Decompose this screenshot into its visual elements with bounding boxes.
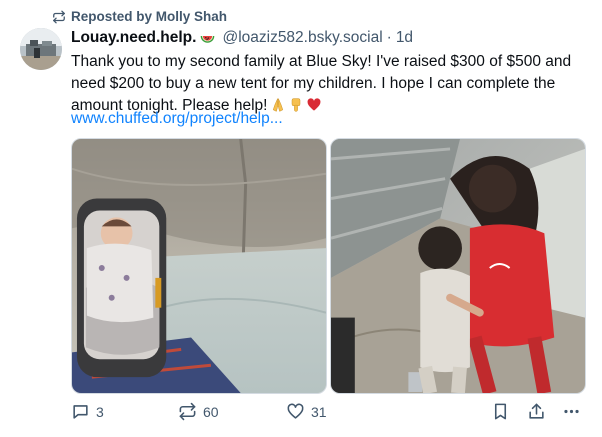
repost-count: 60: [203, 403, 219, 420]
repost-icon: [53, 10, 65, 23]
reply-count: 3: [96, 403, 104, 420]
image-gallery: [71, 138, 586, 394]
separator-dot: ·: [386, 29, 392, 46]
like-button[interactable]: 31: [286, 402, 327, 421]
children-in-tent-photo[interactable]: [330, 138, 586, 394]
author-handle[interactable]: @loaziz582.bsky.social: [222, 29, 382, 47]
avatar[interactable]: [20, 28, 62, 70]
post-header: Louay.need.help. @loaziz582.bsky.social …: [71, 29, 413, 47]
external-link[interactable]: www.chuffed.org/project/help...: [71, 110, 283, 128]
post-card[interactable]: Reposted by Molly Shah Louay.need.help. …: [0, 0, 602, 437]
baby-in-tent-photo[interactable]: [71, 138, 327, 394]
heart-exclamation-emoji: [308, 98, 321, 111]
repost-icon: [179, 402, 196, 421]
post-actions: 3 60 31: [71, 402, 586, 426]
repost-indicator[interactable]: Reposted by Molly Shah: [52, 9, 227, 24]
avatar-image: [20, 28, 62, 70]
share-icon: [529, 403, 544, 419]
reply-icon: [73, 405, 88, 419]
heart-icon: [287, 403, 304, 419]
like-count: 31: [311, 403, 327, 420]
bookmark-button[interactable]: [491, 402, 510, 421]
baby-in-tent-image: [72, 139, 326, 393]
ellipsis-icon: [564, 409, 579, 414]
post-text: Thank you to my second family at Blue Sk…: [71, 51, 586, 117]
repost-button[interactable]: 60: [178, 402, 219, 421]
repost-label: Reposted by Molly Shah: [71, 9, 228, 24]
children-in-tent-image: [331, 139, 585, 393]
pointing-down-emoji: [292, 98, 301, 112]
reply-button[interactable]: 3: [71, 402, 104, 421]
bookmark-icon: [494, 403, 507, 420]
watermelon-emoji: [201, 35, 215, 43]
post-timestamp[interactable]: 1d: [396, 29, 413, 47]
share-button[interactable]: [527, 402, 546, 421]
author-display-name[interactable]: Louay.need.help.: [71, 29, 196, 47]
more-options-button[interactable]: [562, 402, 581, 421]
